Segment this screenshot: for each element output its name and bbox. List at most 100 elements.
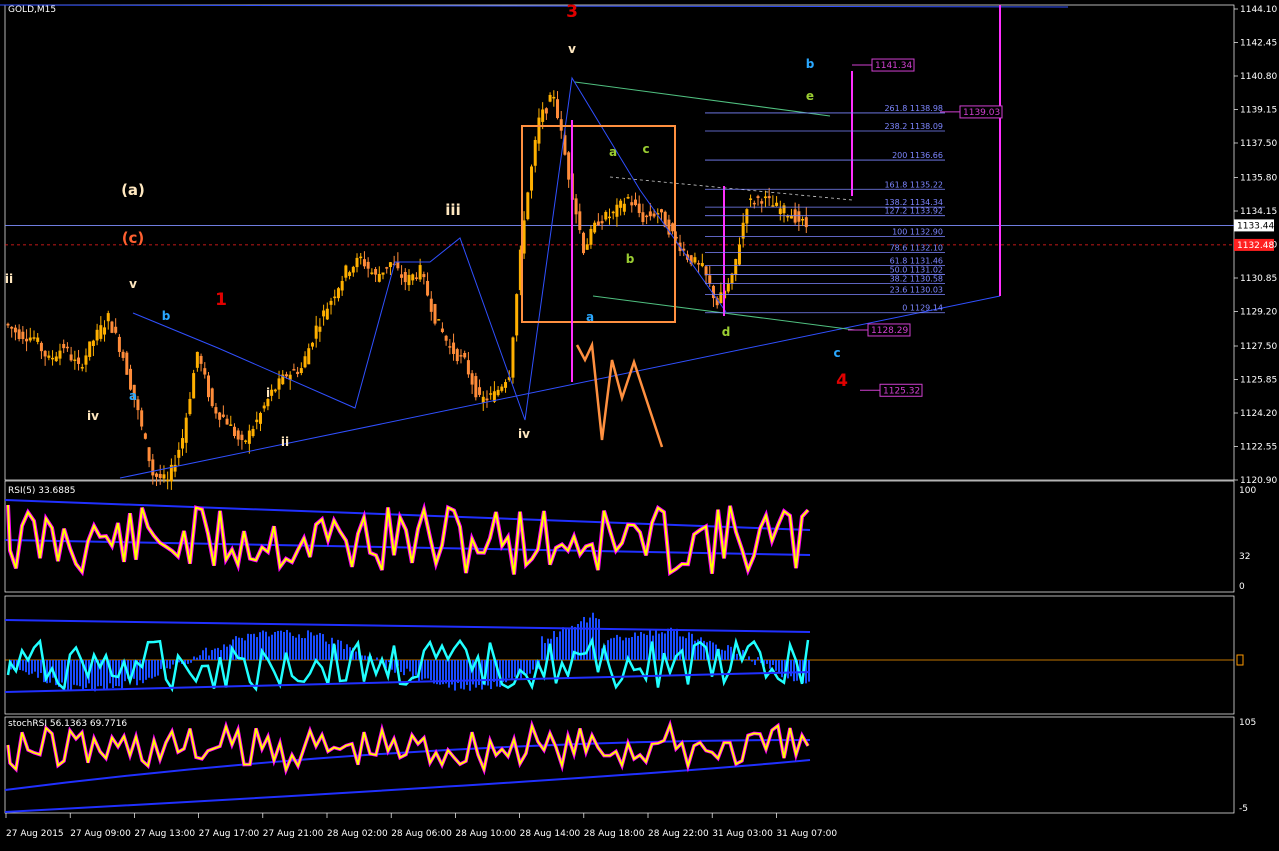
candle-body [767, 196, 771, 199]
wave-label: a [129, 389, 137, 403]
time-tick-label: 28 Aug 22:00 [648, 829, 709, 839]
candle-body [403, 271, 407, 283]
candle-body [504, 382, 508, 388]
time-tick-label: 28 Aug 14:00 [520, 829, 581, 839]
candle-body [348, 272, 352, 276]
candle-body [641, 212, 645, 222]
candle-body [645, 215, 649, 218]
candle-body [47, 355, 51, 358]
candle-body [333, 296, 337, 299]
rsi-trendline [4, 499, 811, 531]
candle-body [630, 202, 634, 206]
fib-level-label: 61.8 1131.46 [890, 257, 943, 266]
candle-body [775, 202, 779, 206]
candle-body [80, 367, 84, 369]
candle-body [303, 356, 307, 368]
candle-body [25, 338, 29, 342]
fib-level-label: 261.8 1138.98 [884, 104, 943, 113]
wave-label: c [833, 346, 840, 360]
candle-body [411, 274, 415, 281]
candle-body [147, 447, 151, 462]
candle-body [530, 166, 534, 191]
candle-body [511, 337, 515, 378]
candle-body [622, 203, 626, 212]
candle-body [262, 405, 266, 409]
candle-body [366, 261, 370, 269]
candle-body [596, 221, 600, 226]
candle-body [273, 389, 277, 392]
fib-level-label: 161.8 1135.22 [884, 180, 943, 189]
wave-label: iv [518, 427, 530, 441]
candle-body [173, 464, 177, 472]
candle-body [604, 211, 608, 220]
candle-body [474, 376, 478, 398]
support-trendline [119, 295, 1001, 479]
candle-body [340, 280, 344, 291]
candle-body [659, 209, 663, 213]
candle-body [429, 298, 433, 312]
candle-body [544, 108, 548, 114]
candle-body [470, 373, 474, 385]
candle-body [455, 349, 459, 362]
candle-body [418, 265, 422, 280]
candle-body [192, 373, 196, 399]
candle-body [95, 329, 99, 341]
candle-body [466, 360, 470, 375]
wave-label: (c) [122, 229, 145, 247]
candle-body [726, 283, 730, 292]
candle-body [225, 418, 229, 425]
candle-body [400, 274, 404, 278]
candle-body [214, 407, 218, 414]
fib-level-label: 127.2 1133.92 [884, 207, 943, 216]
candle-body [749, 198, 753, 200]
rsi-title: RSI(5) 33.6885 [8, 486, 76, 496]
candle-body [54, 356, 58, 362]
candle-body [6, 323, 10, 326]
candle-body [719, 292, 723, 304]
candle-body [336, 288, 340, 299]
candle-body [700, 263, 704, 267]
candle-body [270, 389, 274, 396]
candle-body [106, 313, 110, 322]
candle-body [797, 211, 801, 222]
candle-body [359, 256, 363, 259]
candle-body [13, 327, 17, 333]
candle-body [177, 449, 181, 458]
wave-label: b [162, 309, 171, 323]
candle-body [51, 357, 55, 360]
candle-body [307, 348, 311, 365]
candle-body [155, 473, 159, 477]
time-tick-label: 27 Aug 13:00 [134, 829, 195, 839]
candle-body [693, 257, 697, 263]
time-tick-label: 28 Aug 10:00 [455, 829, 516, 839]
candle-body [801, 218, 805, 221]
candle-body [117, 336, 121, 352]
candle-body [199, 355, 203, 364]
candle-body [671, 223, 675, 232]
candle-body [559, 119, 563, 131]
candle-body [437, 319, 441, 321]
candle-body [247, 430, 251, 444]
candle-body [77, 357, 81, 364]
candle-body [730, 273, 734, 284]
candle-body [17, 329, 21, 339]
candle-body [229, 424, 233, 426]
candle-body [500, 386, 504, 391]
candle-body [103, 327, 107, 335]
price-tick-label: 1124.20 [1240, 409, 1277, 419]
candle-body [589, 228, 593, 245]
candle-body [292, 369, 296, 371]
dashed-wave-line [609, 176, 853, 201]
fib-level-label: 78.6 1132.10 [890, 244, 943, 253]
candle-body [114, 326, 118, 333]
candle-body [440, 328, 444, 333]
candle-body [485, 398, 489, 401]
projection-path [575, 340, 664, 448]
candle-body [129, 368, 133, 390]
candle-body [162, 474, 166, 479]
candle-body [463, 352, 467, 358]
candle-body [244, 440, 248, 442]
price-tick-label: 1144.10 [1240, 5, 1277, 15]
price-tick-label: 1135.80 [1240, 174, 1277, 184]
candle-body [232, 426, 236, 436]
